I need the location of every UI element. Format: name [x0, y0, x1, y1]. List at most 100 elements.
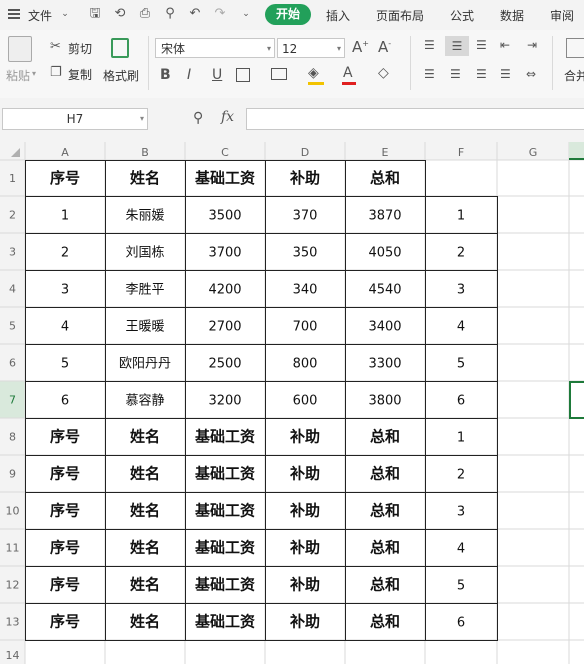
cell-D10[interactable]: 补助: [289, 502, 320, 520]
column-header-C[interactable]: C: [221, 146, 229, 159]
cell-E10[interactable]: 总和: [370, 502, 400, 520]
row-header-1[interactable]: 1: [9, 172, 16, 185]
cell-D13[interactable]: 补助: [289, 613, 320, 631]
cell-E6[interactable]: 3300: [368, 357, 401, 372]
column-header-B[interactable]: B: [141, 146, 149, 159]
cell-A9[interactable]: 序号: [50, 465, 80, 483]
customize-toolbar-icon[interactable]: ⌄: [238, 6, 254, 22]
bold-icon[interactable]: B: [160, 67, 171, 83]
cell-F5[interactable]: 4: [457, 320, 465, 335]
hamburger-menu-icon[interactable]: [8, 9, 20, 19]
cell-D1[interactable]: 补助: [289, 169, 320, 187]
column-header-E[interactable]: E: [382, 146, 389, 159]
tab-data[interactable]: 数据: [500, 7, 524, 24]
cell-B3[interactable]: 刘国栋: [125, 245, 164, 261]
cell-F8[interactable]: 1: [457, 431, 465, 446]
cell-E13[interactable]: 总和: [370, 613, 400, 631]
cell-D3[interactable]: 350: [293, 246, 318, 261]
row-header-7[interactable]: 7: [9, 394, 16, 407]
cell-C8[interactable]: 基础工资: [194, 428, 255, 446]
cell-B13[interactable]: 姓名: [130, 613, 160, 631]
cell-D6[interactable]: 800: [293, 357, 318, 372]
cell-E12[interactable]: 总和: [370, 576, 400, 594]
format-painter-icon[interactable]: [111, 38, 129, 58]
cell-D12[interactable]: 补助: [289, 576, 320, 594]
cell-A3[interactable]: 2: [61, 246, 69, 261]
row-header-9[interactable]: 9: [9, 468, 16, 481]
cell-E2[interactable]: 3870: [368, 209, 401, 224]
tab-insert[interactable]: 插入: [326, 7, 350, 24]
insert-function-icon[interactable]: fx: [221, 109, 234, 125]
cell-B8[interactable]: 姓名: [130, 428, 160, 446]
row-header-13[interactable]: 13: [6, 616, 20, 629]
cell-A1[interactable]: 序号: [50, 169, 80, 187]
tab-home[interactable]: 开始: [265, 4, 311, 25]
cell-C12[interactable]: 基础工资: [194, 576, 255, 594]
cell-A8[interactable]: 序号: [50, 428, 80, 446]
paste-dropdown-icon[interactable]: ▾: [32, 69, 36, 78]
column-header-G[interactable]: G: [529, 146, 538, 159]
undo-arrow-icon[interactable]: ⟲: [112, 6, 128, 22]
clear-format-icon[interactable]: ◇: [378, 65, 389, 81]
cell-E9[interactable]: 总和: [370, 465, 400, 483]
cell-style-icon[interactable]: [271, 68, 287, 80]
align-top-icon[interactable]: ☰: [424, 38, 435, 52]
font-name-select[interactable]: 宋体 ▾: [155, 38, 275, 58]
decrease-font-size-icon[interactable]: A-: [378, 38, 391, 56]
row-header-5[interactable]: 5: [9, 320, 16, 333]
increase-indent-icon[interactable]: ⇥: [527, 38, 537, 52]
cell-D4[interactable]: 340: [293, 283, 318, 298]
cell-C7[interactable]: 3200: [208, 394, 241, 409]
cell-B10[interactable]: 姓名: [130, 502, 160, 520]
cell-F13[interactable]: 6: [457, 616, 465, 631]
cell-B12[interactable]: 姓名: [130, 576, 160, 594]
tab-review[interactable]: 审阅: [550, 7, 574, 24]
row-header-2[interactable]: 2: [9, 209, 16, 222]
cell-E8[interactable]: 总和: [370, 428, 400, 446]
row-header-11[interactable]: 11: [6, 542, 20, 555]
cell-F4[interactable]: 3: [457, 283, 465, 298]
justify-icon[interactable]: ☰: [500, 67, 511, 81]
cell-E11[interactable]: 总和: [370, 539, 400, 557]
cell-B1[interactable]: 姓名: [130, 169, 160, 187]
cell-E1[interactable]: 总和: [370, 169, 400, 187]
cut-button[interactable]: 剪切: [68, 40, 92, 57]
fill-color-icon[interactable]: ◈: [308, 65, 319, 81]
cell-F6[interactable]: 5: [457, 357, 465, 372]
cell-D8[interactable]: 补助: [289, 428, 320, 446]
increase-font-size-icon[interactable]: A+: [352, 38, 369, 56]
cell-A13[interactable]: 序号: [50, 613, 80, 631]
cell-D5[interactable]: 700: [293, 320, 318, 335]
zoom-function-icon[interactable]: ⚲: [193, 110, 203, 126]
row-header-4[interactable]: 4: [9, 283, 16, 296]
paste-button[interactable]: 粘贴: [6, 67, 30, 84]
cell-C6[interactable]: 2500: [208, 357, 241, 372]
cell-C9[interactable]: 基础工资: [194, 465, 255, 483]
row-header-8[interactable]: 8: [9, 431, 16, 444]
cell-B11[interactable]: 姓名: [130, 539, 160, 557]
cell-F3[interactable]: 2: [457, 246, 465, 261]
cell-C4[interactable]: 4200: [208, 283, 241, 298]
cell-F12[interactable]: 5: [457, 579, 465, 594]
cell-E3[interactable]: 4050: [368, 246, 401, 261]
cell-F2[interactable]: 1: [457, 209, 465, 224]
italic-icon[interactable]: I: [187, 67, 191, 83]
column-header-F[interactable]: F: [458, 146, 464, 159]
cell-F10[interactable]: 3: [457, 505, 465, 520]
cell-E4[interactable]: 4540: [368, 283, 401, 298]
name-box[interactable]: H7 ▾: [2, 108, 148, 130]
undo-icon[interactable]: ↶: [187, 6, 203, 22]
tab-page-layout[interactable]: 页面布局: [376, 7, 424, 24]
align-bottom-icon[interactable]: ☰: [476, 38, 487, 52]
cell-F11[interactable]: 4: [457, 542, 465, 557]
cell-B2[interactable]: 朱丽媛: [125, 209, 164, 224]
file-menu[interactable]: 文件: [28, 7, 52, 24]
format-painter-button[interactable]: 格式刷: [103, 67, 139, 84]
copy-button[interactable]: 复制: [68, 66, 92, 83]
copy-icon[interactable]: ❐: [50, 65, 62, 80]
row-header-3[interactable]: 3: [9, 246, 16, 259]
cell-A11[interactable]: 序号: [50, 539, 80, 557]
spreadsheet-grid[interactable]: A B C D E F G 1 2 3 4 5 6 7 8 9 10 11 12 13 14 序号 姓名 基础工资 补助 总和 1 朱…: [0, 142, 584, 664]
cell-C3[interactable]: 3700: [208, 246, 241, 261]
print-icon[interactable]: ⎙: [137, 6, 153, 22]
